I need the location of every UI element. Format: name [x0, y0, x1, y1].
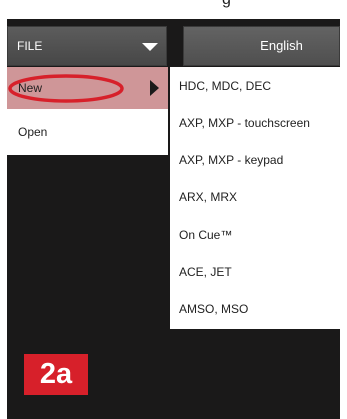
submenu-item-label: AMSO, MSO	[179, 302, 249, 316]
new-submenu: HDC, MDC, DEC AXP, MXP - touchscreen AXP…	[170, 67, 340, 329]
submenu-item-label: AXP, MXP - keypad	[179, 153, 284, 167]
app-root: g FILE English New Open HDC, MDC, DEC AX…	[0, 0, 347, 419]
header-partial-text: g	[222, 0, 231, 9]
submenu-item-label: AXP, MXP - touchscreen	[179, 116, 310, 130]
step-badge: 2a	[24, 354, 88, 395]
file-dropdown[interactable]: FILE	[7, 26, 167, 66]
language-label: English	[260, 38, 303, 53]
submenu-arrow-right-icon	[150, 80, 159, 96]
submenu-item-label: HDC, MDC, DEC	[179, 79, 271, 93]
file-menu: New Open	[7, 67, 168, 155]
submenu-item-label: ACE, JET	[179, 265, 232, 279]
submenu-item-label: On Cue™	[179, 228, 233, 242]
top-strip: g	[0, 0, 347, 18]
language-button[interactable]: English	[183, 26, 340, 66]
submenu-item-on-cue[interactable]: On Cue™	[170, 216, 340, 253]
caret-down-icon	[142, 43, 158, 51]
submenu-item-axp-mxp-keypad[interactable]: AXP, MXP - keypad	[170, 141, 340, 178]
file-dropdown-label: FILE	[17, 39, 43, 53]
submenu-item-axp-mxp-touchscreen[interactable]: AXP, MXP - touchscreen	[170, 104, 340, 141]
submenu-item-ace-jet[interactable]: ACE, JET	[170, 253, 340, 290]
step-badge-label: 2a	[39, 358, 73, 390]
submenu-item-arx-mrx[interactable]: ARX, MRX	[170, 178, 340, 215]
submenu-item-hdc-mdc-dec[interactable]: HDC, MDC, DEC	[170, 67, 340, 104]
menu-item-open[interactable]: Open	[7, 109, 168, 155]
menu-item-open-label: Open	[18, 125, 48, 139]
submenu-item-amso-mso[interactable]: AMSO, MSO	[170, 290, 340, 327]
submenu-item-label: ARX, MRX	[179, 190, 238, 204]
menu-item-new[interactable]: New	[7, 67, 168, 109]
menu-item-new-label: New	[18, 81, 43, 95]
